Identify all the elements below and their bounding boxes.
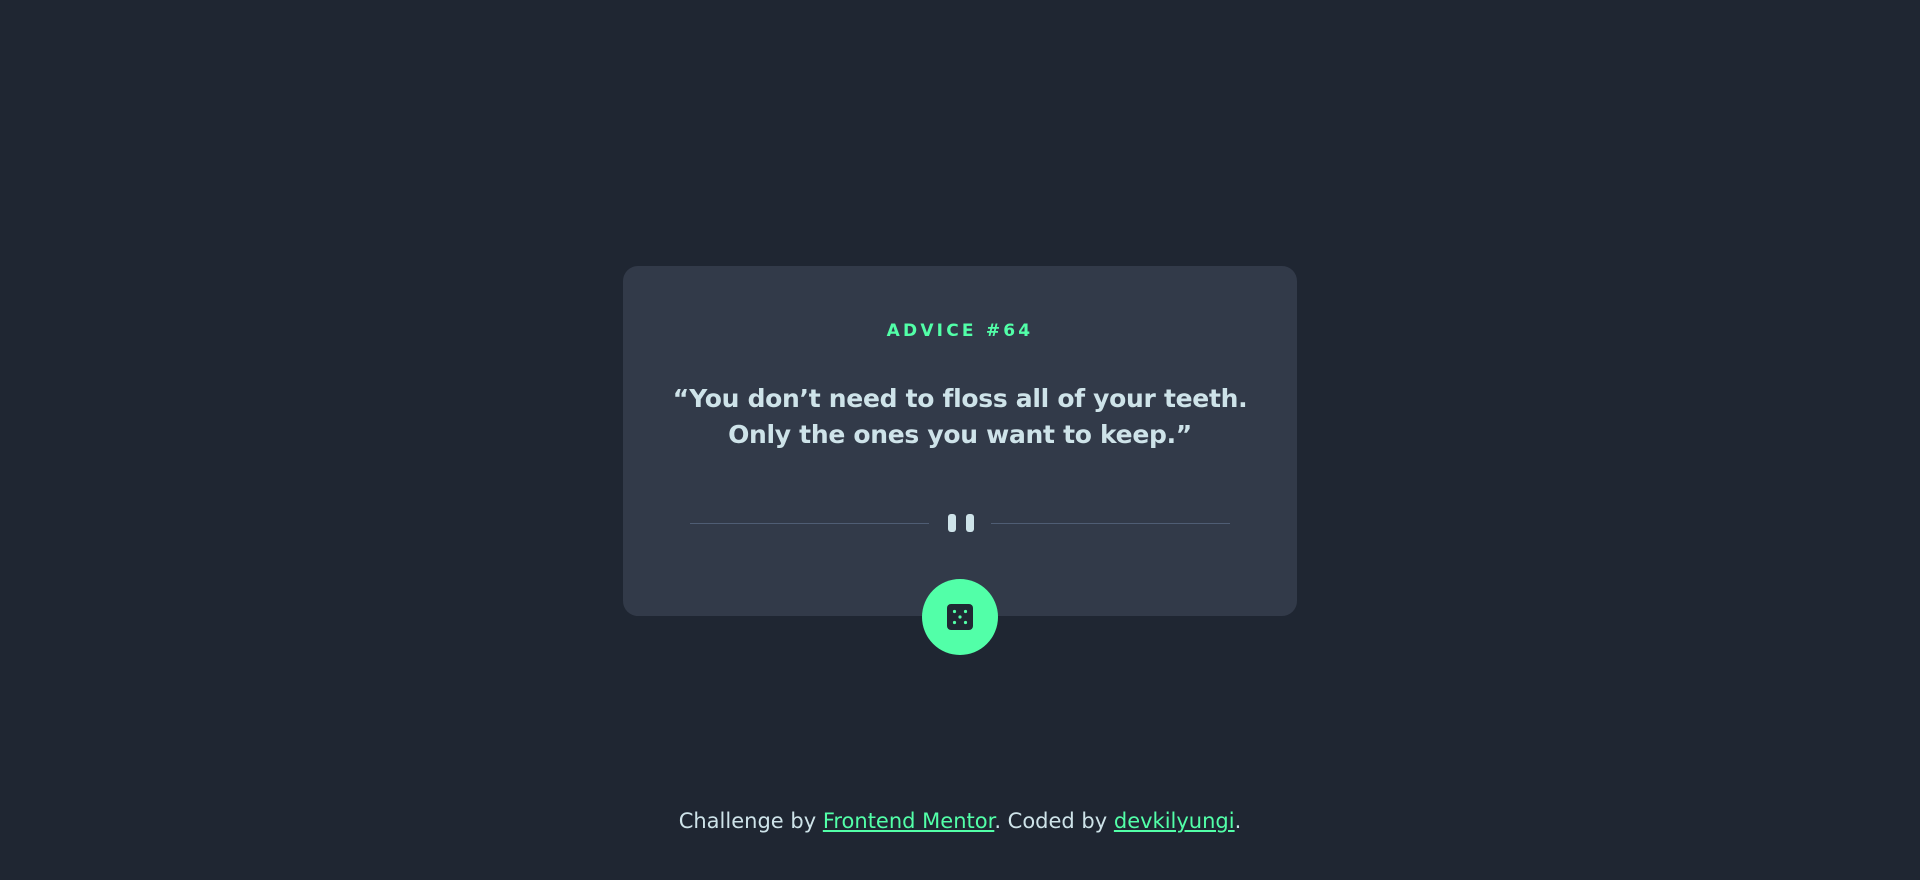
new-advice-button[interactable]	[922, 579, 998, 655]
footer-attribution: Challenge by Frontend Mentor. Coded by d…	[0, 809, 1920, 833]
advice-number: ADVICE #64	[886, 321, 1034, 341]
divider	[690, 508, 1230, 538]
page: ADVICE #64 “You don’t need to floss all …	[0, 0, 1920, 880]
footer-suffix: .	[1234, 809, 1242, 833]
divider-line-right	[991, 523, 1230, 524]
footer-middle: . Coded by	[994, 809, 1114, 833]
divider-line-left	[690, 523, 929, 524]
dice-icon	[947, 604, 973, 630]
author-link[interactable]: devkilyungi	[1114, 809, 1235, 833]
frontend-mentor-link[interactable]: Frontend Mentor	[823, 809, 995, 833]
advice-card: ADVICE #64 “You don’t need to floss all …	[623, 266, 1297, 616]
advice-quote: “You don’t need to floss all of your tee…	[672, 384, 1248, 449]
pause-icon	[948, 514, 974, 532]
footer-prefix: Challenge by	[678, 809, 823, 833]
